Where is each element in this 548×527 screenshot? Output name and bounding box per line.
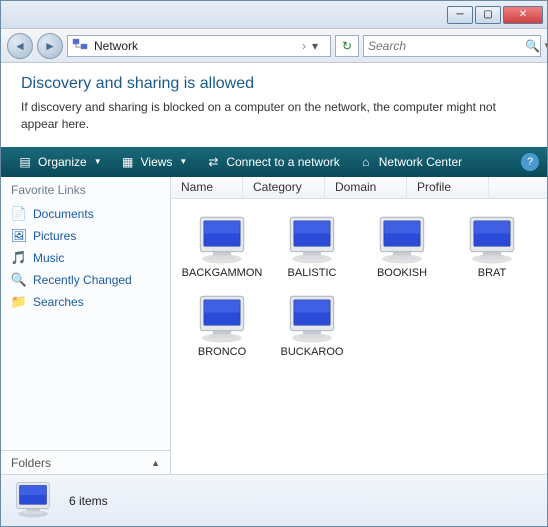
network-center-icon: ⌂	[358, 154, 374, 170]
help-button[interactable]: ?	[521, 153, 539, 171]
column-category[interactable]: Category	[243, 177, 325, 198]
address-text: Network	[94, 39, 296, 53]
computer-icon	[193, 213, 251, 265]
network-center-label: Network Center	[379, 155, 462, 169]
sidebar-item-pictures[interactable]: 🖼 Pictures	[1, 225, 170, 247]
network-computer-item[interactable]: BACKGAMMON	[177, 209, 267, 284]
network-computer-item[interactable]: BRAT	[447, 209, 537, 284]
explorer-body: Favorite Links 📄 Documents 🖼 Pictures 🎵 Mus…	[1, 177, 547, 474]
search-input[interactable]	[368, 39, 525, 53]
address-bar[interactable]: Network › ▾	[67, 35, 331, 57]
views-icon: ▦	[120, 154, 136, 170]
search-dropdown-icon[interactable]: ▼	[543, 41, 548, 50]
info-heading: Discovery and sharing is allowed	[21, 75, 527, 93]
column-headers: Name Category Domain Profile	[171, 177, 547, 199]
sidebar-item-label: Recently Changed	[33, 273, 132, 287]
sidebar-item-recently-changed[interactable]: 🔍 Recently Changed	[1, 269, 170, 291]
column-profile[interactable]: Profile	[407, 177, 489, 198]
music-icon: 🎵	[11, 250, 27, 266]
favorite-links-heading: Favorite Links	[1, 177, 170, 201]
favorite-links-list: 📄 Documents 🖼 Pictures 🎵 Music 🔍 Recently Ch…	[1, 201, 170, 450]
network-icon	[72, 38, 88, 54]
command-bar: ▤ Organize ▼ ▦ Views ▼ ⇄ Connect to a ne…	[1, 147, 547, 177]
connect-icon: ⇄	[205, 154, 221, 170]
computer-icon	[283, 292, 341, 344]
sidebar-item-searches[interactable]: 📁 Searches	[1, 291, 170, 313]
computer-icon	[193, 292, 251, 344]
refresh-button[interactable]: ↻	[335, 35, 359, 57]
icon-view: BACKGAMMON BALISTIC BOOKISH BRAT BRONCO …	[171, 199, 547, 474]
column-label: Domain	[335, 180, 376, 194]
info-pane: Discovery and sharing is allowed If disc…	[1, 63, 547, 147]
documents-icon: 📄	[11, 206, 27, 222]
chevron-down-icon: ▼	[179, 157, 187, 166]
item-label: BUCKAROO	[281, 346, 344, 359]
sidebar-item-label: Documents	[33, 207, 94, 221]
details-pane: 6 items	[1, 474, 547, 526]
content-pane: Name Category Domain Profile BACKGAMMON …	[171, 177, 547, 474]
search-folder-icon: 🔍	[11, 272, 27, 288]
forward-button[interactable]: ►	[37, 33, 63, 59]
network-computer-item[interactable]: BRONCO	[177, 288, 267, 363]
item-label: BRONCO	[198, 346, 246, 359]
folders-label: Folders	[11, 456, 51, 470]
column-domain[interactable]: Domain	[325, 177, 407, 198]
close-button[interactable]: ✕	[503, 6, 543, 24]
nav-toolbar: ◄ ► Network › ▾ ↻ 🔍 ▼	[1, 29, 547, 63]
explorer-window: ─ ▢ ✕ ◄ ► Network › ▾ ↻ 🔍 ▼ Discovery an…	[0, 0, 548, 527]
network-center-button[interactable]: ⌂ Network Center	[350, 151, 470, 173]
organize-icon: ▤	[17, 154, 33, 170]
column-label: Name	[181, 180, 213, 194]
titlebar: ─ ▢ ✕	[1, 1, 547, 29]
pictures-icon: 🖼	[11, 228, 27, 244]
item-label: BALISTIC	[288, 267, 337, 280]
minimize-button[interactable]: ─	[447, 6, 473, 24]
sidebar-item-music[interactable]: 🎵 Music	[1, 247, 170, 269]
sidebar-item-label: Searches	[33, 295, 84, 309]
connect-network-button[interactable]: ⇄ Connect to a network	[197, 151, 347, 173]
sidebar-item-label: Pictures	[33, 229, 76, 243]
sidebar-item-documents[interactable]: 📄 Documents	[1, 203, 170, 225]
search-box[interactable]: 🔍 ▼	[363, 35, 541, 57]
network-computer-item[interactable]: BOOKISH	[357, 209, 447, 284]
connect-label: Connect to a network	[226, 155, 339, 169]
folder-icon: 📁	[11, 294, 27, 310]
maximize-button[interactable]: ▢	[475, 6, 501, 24]
chevron-up-icon: ▲	[151, 458, 160, 468]
network-computer-item[interactable]: BUCKAROO	[267, 288, 357, 363]
item-label: BRAT	[478, 267, 507, 280]
item-label: BACKGAMMON	[182, 267, 263, 280]
folders-pane-toggle[interactable]: Folders ▲	[1, 450, 170, 474]
sidebar-item-label: Music	[33, 251, 64, 265]
item-label: BOOKISH	[377, 267, 427, 280]
computer-icon	[283, 213, 341, 265]
column-name[interactable]: Name	[171, 177, 243, 198]
chevron-down-icon: ▼	[94, 157, 102, 166]
network-computer-item[interactable]: BALISTIC	[267, 209, 357, 284]
computer-icon	[463, 213, 521, 265]
address-dropdown-icon[interactable]: ▾	[312, 39, 326, 53]
network-details-icon	[11, 480, 55, 521]
views-label: Views	[141, 155, 173, 169]
views-menu[interactable]: ▦ Views ▼	[112, 151, 196, 173]
column-label: Profile	[417, 180, 451, 194]
search-icon[interactable]: 🔍	[525, 39, 540, 53]
organize-menu[interactable]: ▤ Organize ▼	[9, 151, 110, 173]
back-button[interactable]: ◄	[7, 33, 33, 59]
computer-icon	[373, 213, 431, 265]
item-count-label: 6 items	[69, 494, 108, 508]
info-body: If discovery and sharing is blocked on a…	[21, 99, 527, 133]
breadcrumb-sep-icon: ›	[302, 39, 306, 53]
organize-label: Organize	[38, 155, 87, 169]
sidebar: Favorite Links 📄 Documents 🖼 Pictures 🎵 Mus…	[1, 177, 171, 474]
column-label: Category	[253, 180, 302, 194]
